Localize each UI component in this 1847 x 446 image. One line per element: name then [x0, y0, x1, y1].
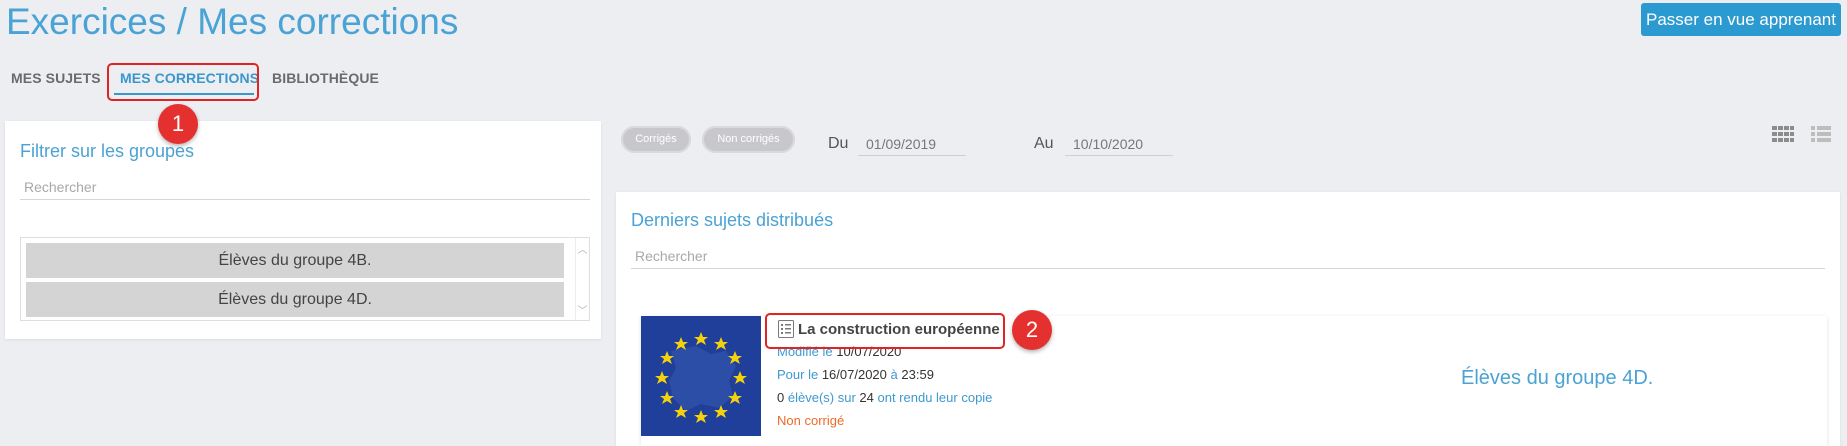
- tab-bibliotheque[interactable]: BIBLIOTHÈQUE: [272, 70, 379, 86]
- date-to-label: Au: [1034, 135, 1054, 152]
- filter-uncorrected-toggle[interactable]: Non corrigés: [702, 126, 795, 153]
- total-count: 24: [859, 390, 874, 405]
- submitted-label: ont rendu leur copie: [877, 390, 993, 405]
- at-label: à: [890, 367, 898, 382]
- callout-box-2: [765, 313, 1005, 349]
- due-date-value: 16/07/2020: [821, 367, 887, 382]
- submission-count: 0 élève(s) sur 24 ont rendu leur copie: [777, 390, 992, 405]
- chevron-down-icon[interactable]: ﹀: [576, 302, 589, 317]
- grid-view-icon[interactable]: [1772, 126, 1794, 147]
- list-view-icon[interactable]: [1811, 126, 1831, 147]
- group-list-scrollbar[interactable]: ︿ ﹀: [575, 238, 589, 320]
- subjects-search-input[interactable]: Rechercher: [631, 245, 1825, 269]
- filter-corrected-toggle[interactable]: Corrigés: [621, 126, 691, 153]
- annotation-badge-2: 2: [1012, 310, 1052, 350]
- tab-mes-sujets[interactable]: MES SUJETS: [11, 70, 101, 86]
- chevron-up-icon[interactable]: ︿: [576, 241, 589, 256]
- list-item[interactable]: Élèves du groupe 4B.: [26, 243, 564, 278]
- group-search-input[interactable]: Rechercher: [20, 176, 590, 200]
- submitted-count: 0: [777, 390, 785, 405]
- eu-flag-image: [641, 316, 761, 436]
- date-from-label: Du: [828, 135, 849, 152]
- status-badge: Non corrigé: [777, 413, 845, 428]
- date-from-input[interactable]: 01/09/2019: [858, 132, 966, 156]
- due-date: Pour le 16/07/2020 à 23:59: [777, 367, 934, 382]
- date-to-input[interactable]: 10/10/2020: [1065, 132, 1173, 156]
- due-label: Pour le: [777, 367, 819, 382]
- recent-subjects-title: Derniers sujets distribués: [631, 210, 834, 230]
- list-item[interactable]: Élèves du groupe 4D.: [26, 282, 564, 317]
- assigned-group: Élèves du groupe 4D.: [1461, 367, 1654, 389]
- learner-view-button[interactable]: Passer en vue apprenant: [1641, 3, 1841, 36]
- page-title: Exercices / Mes corrections: [6, 1, 459, 42]
- due-time-value: 23:59: [901, 367, 934, 382]
- group-filter-panel: Filtrer sur les groupes Rechercher Élève…: [5, 121, 601, 339]
- group-list: Élèves du groupe 4B. Élèves du groupe 4D…: [20, 237, 590, 321]
- group-filter-title: Filtrer sur les groupes: [20, 141, 195, 161]
- callout-box-1: [107, 63, 259, 101]
- students-label: élève(s) sur: [787, 390, 856, 405]
- annotation-badge-1: 1: [158, 104, 198, 144]
